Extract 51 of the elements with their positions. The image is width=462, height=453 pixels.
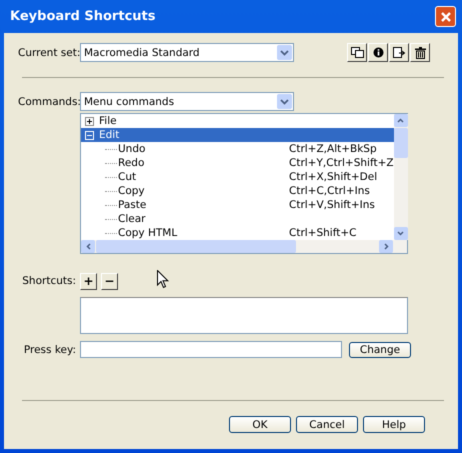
chevron-icon — [280, 98, 289, 104]
command-name[interactable]: Cut — [118, 171, 289, 183]
scroll-thumb[interactable] — [394, 128, 408, 158]
field-label: Current set: — [18, 46, 80, 58]
expander-icon[interactable] — [85, 116, 94, 126]
field-label: Commands: — [18, 96, 80, 108]
set-dropdown[interactable]: Macromedia Standard — [80, 43, 294, 62]
mouse-pointer-icon — [157, 270, 169, 289]
shortcut-text: Ctrl+Shift+C — [289, 227, 356, 239]
info-button[interactable] — [368, 43, 388, 62]
delete-set-button[interactable] — [410, 43, 430, 62]
dialog-button[interactable]: Help — [363, 416, 425, 433]
window-title: Keyboard Shortcuts — [10, 9, 156, 24]
remove-shortcut-button[interactable]: − — [101, 272, 118, 290]
close-icon — [440, 10, 452, 22]
command-name[interactable]: Copy HTML — [118, 227, 289, 239]
scroll-down-icon[interactable] — [397, 231, 404, 236]
add-shortcut-button[interactable]: + — [80, 272, 97, 290]
command-name[interactable]: Redo — [118, 157, 289, 169]
dialog-button[interactable]: OK — [229, 416, 291, 433]
command-name[interactable]: Paste — [118, 199, 289, 211]
vertical-scrollbar[interactable] — [394, 114, 408, 240]
shortcut-text: Ctrl+Y,Ctrl+Shift+Z — [289, 157, 394, 169]
tree-item[interactable]: File — [81, 114, 394, 128]
scroll-right-icon[interactable] — [384, 243, 388, 250]
commands-dropdown[interactable]: Menu commands — [80, 92, 294, 111]
shortcut-text: Ctrl+C,Ctrl+Ins — [289, 185, 370, 197]
close-button[interactable] — [435, 6, 456, 27]
copy-icon — [350, 47, 364, 58]
press-key-field[interactable] — [80, 341, 342, 358]
chevron-icon — [280, 50, 289, 56]
change-button[interactable]: Change — [349, 342, 411, 358]
command-name[interactable]: Clear — [118, 213, 289, 225]
export-button[interactable] — [389, 43, 409, 62]
tree-item[interactable]: Edit — [81, 128, 394, 142]
dialog-button[interactable]: Cancel — [296, 416, 358, 433]
scroll-up-icon[interactable] — [397, 118, 404, 123]
scroll-thumb[interactable] — [96, 240, 296, 253]
scroll-left-icon[interactable] — [86, 243, 90, 250]
field-label: Shortcuts: — [21, 275, 77, 287]
document-arrow-icon — [392, 47, 406, 58]
shortcut-text: Ctrl+Z,Alt+BkSp — [289, 143, 377, 155]
shortcut-text: Ctrl+V,Shift+Ins — [289, 199, 375, 211]
shortcuts-list[interactable] — [80, 297, 408, 334]
trash-icon — [414, 46, 426, 58]
command-name[interactable]: Undo — [118, 143, 289, 155]
info-icon — [372, 47, 384, 58]
command-name[interactable]: Copy — [118, 185, 289, 197]
duplicate-set-button[interactable] — [347, 43, 367, 62]
shortcut-text: Ctrl+X,Shift+Del — [289, 171, 378, 183]
field-label: Press key: — [22, 344, 77, 356]
